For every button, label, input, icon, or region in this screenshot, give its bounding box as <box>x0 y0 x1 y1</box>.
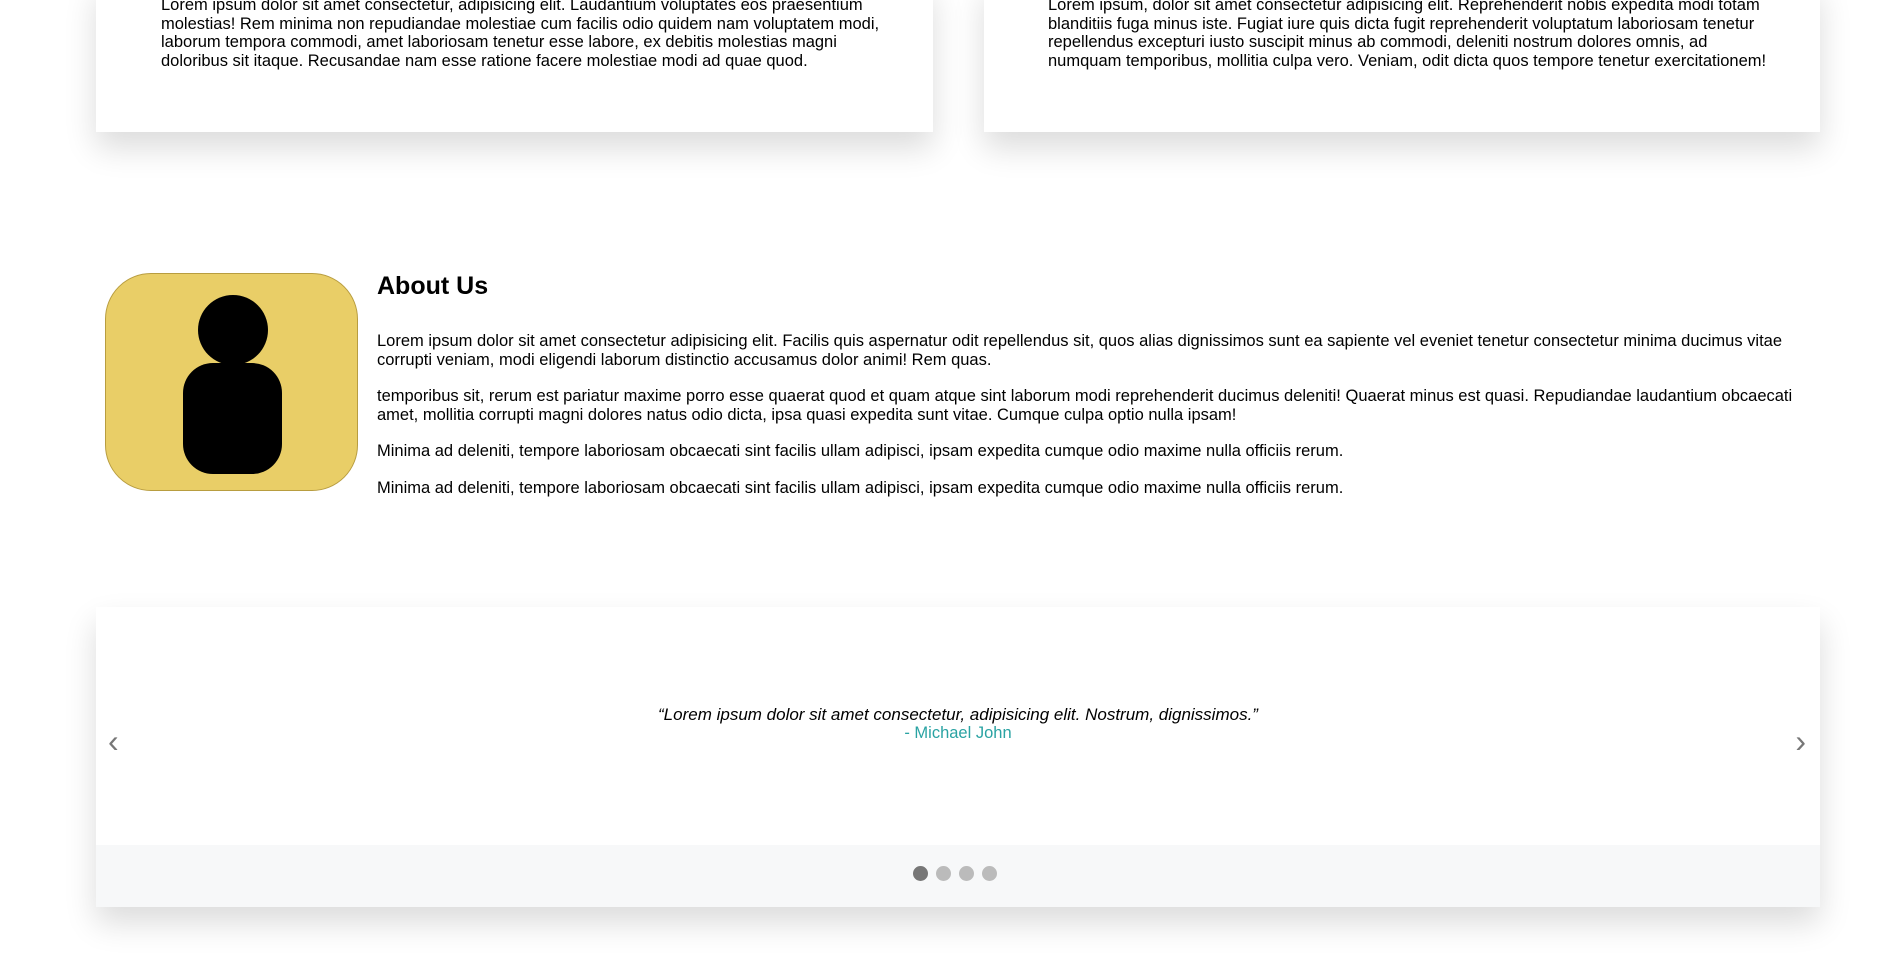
carousel-indicator-3[interactable] <box>959 866 974 881</box>
carousel-next-button[interactable]: › <box>1795 725 1806 757</box>
feature-card-1: Lorem ipsum dolor sit amet consectetur, … <box>96 0 933 132</box>
feature-card-2: Lorem ipsum, dolor sit amet consectetur … <box>984 0 1820 132</box>
about-paragraph: Minima ad deleniti, tempore laboriosam o… <box>377 478 1344 497</box>
testimonial-carousel: ‹ “Lorem ipsum dolor sit amet consectetu… <box>96 607 1820 907</box>
about-paragraph: temporibus sit, rerum est pariatur maxim… <box>377 387 1793 424</box>
carousel-indicator-2[interactable] <box>936 866 951 881</box>
carousel-indicators-bar <box>96 845 1820 907</box>
carousel-indicators <box>913 866 997 881</box>
about-text: Lorem ipsum dolor sit amet consectetur a… <box>377 332 1817 515</box>
carousel-indicator-1[interactable] <box>913 866 928 881</box>
about-paragraph: Minima ad deleniti, tempore laboriosam o… <box>377 442 1344 460</box>
person-icon <box>183 295 282 474</box>
about-image <box>105 273 358 491</box>
testimonial-author: - Michael John <box>904 724 1012 742</box>
page: Lorem ipsum dolor sit amet consectetur, … <box>0 0 1900 958</box>
testimonial-quote: “Lorem ipsum dolor sit amet consectetur,… <box>658 705 1258 724</box>
carousel-indicator-4[interactable] <box>982 866 997 881</box>
feature-card-text: Lorem ipsum, dolor sit amet consectetur … <box>1048 0 1767 70</box>
about-paragraph: Lorem ipsum dolor sit amet consectetur a… <box>377 332 1783 369</box>
testimonial-slide: “Lorem ipsum dolor sit amet consectetur,… <box>96 705 1820 743</box>
feature-card-text: Lorem ipsum dolor sit amet consectetur, … <box>161 0 880 70</box>
about-title: About Us <box>377 272 489 300</box>
